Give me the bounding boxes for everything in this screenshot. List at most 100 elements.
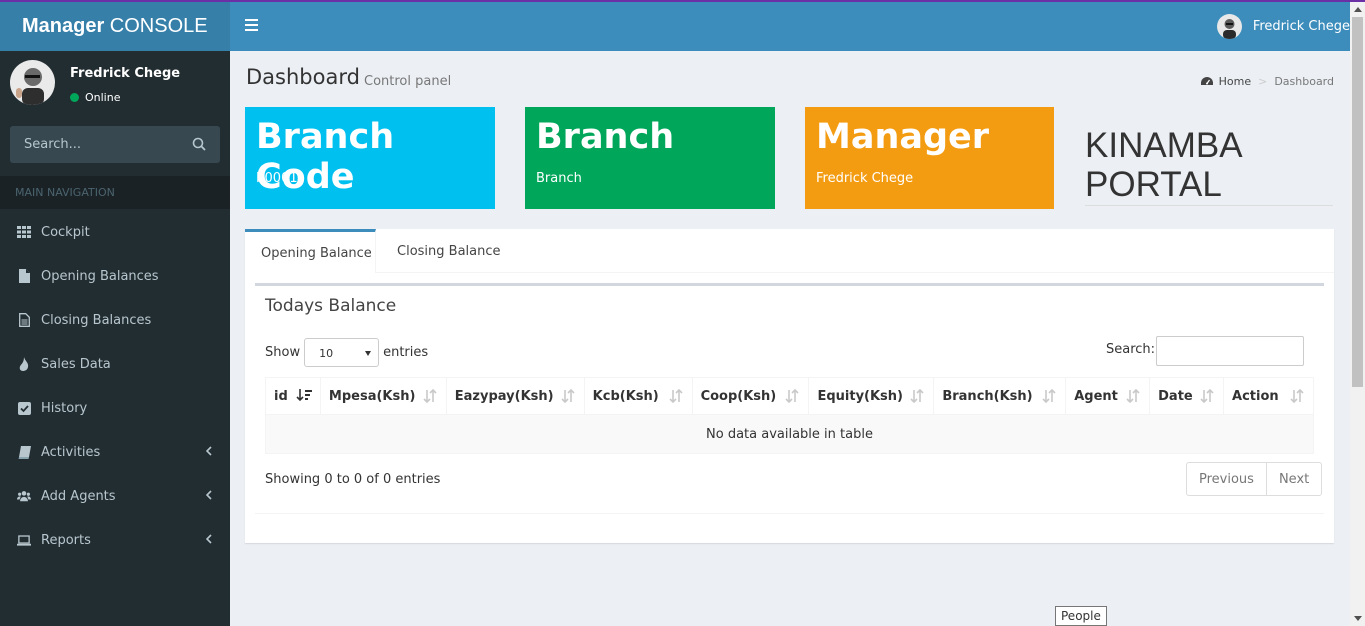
sidebar-item-history[interactable]: History bbox=[0, 386, 230, 430]
sidebar-item-label: Sales Data bbox=[41, 356, 111, 372]
tab-bar: Opening Balance Closing Balance bbox=[245, 229, 1334, 273]
status-dot-icon bbox=[70, 93, 79, 102]
page-scrollbar[interactable] bbox=[1350, 2, 1365, 626]
avatar bbox=[10, 60, 55, 105]
sidebar-item-sales-data[interactable]: Sales Data bbox=[0, 342, 230, 386]
breadcrumb: Home > Dashboard bbox=[1200, 75, 1334, 88]
user-panel: Fredrick Chege Online bbox=[0, 51, 230, 126]
sidebar-item-closing-balances[interactable]: Closing Balances bbox=[0, 298, 230, 342]
sidebar-item-label: Activities bbox=[41, 444, 101, 460]
sidebar-item-add-agents[interactable]: Add Agents bbox=[0, 474, 230, 518]
entries-length-control: Show 10 entries bbox=[265, 338, 428, 367]
table-info: Showing 0 to 0 of 0 entries bbox=[265, 472, 441, 487]
sidebar-item-label: Cockpit bbox=[41, 224, 90, 240]
sort-asc-icon bbox=[296, 389, 312, 403]
sidebar-toggle-icon[interactable] bbox=[245, 19, 258, 31]
column-header-date[interactable]: Date bbox=[1149, 377, 1225, 415]
status-badge: Online bbox=[70, 91, 120, 104]
sort-both-icon bbox=[1125, 388, 1141, 404]
balance-tabbox: Opening Balance Closing Balance Todays B… bbox=[245, 229, 1334, 543]
breadcrumb-home-link[interactable]: Home bbox=[1219, 75, 1251, 88]
sidebar-item-cockpit[interactable]: Cockpit bbox=[0, 210, 230, 254]
sidebar-item-label: Reports bbox=[41, 532, 91, 548]
sidebar-item-opening-balances[interactable]: Opening Balances bbox=[0, 254, 230, 298]
next-button[interactable]: Next bbox=[1266, 462, 1323, 496]
scrollbar-thumb[interactable] bbox=[1352, 17, 1363, 387]
column-header-action[interactable]: Action bbox=[1223, 377, 1314, 415]
todays-balance-box: Todays Balance Show 10 entries Search: i… bbox=[255, 283, 1324, 514]
entries-select[interactable]: 10 bbox=[304, 338, 380, 367]
column-header-coop[interactable]: Coop(Ksh) bbox=[691, 377, 810, 415]
sort-both-icon bbox=[909, 388, 925, 404]
table-search-label: Search: bbox=[1106, 342, 1156, 357]
brand-bold: Manager bbox=[22, 15, 105, 37]
scroll-down-icon[interactable] bbox=[1354, 616, 1362, 621]
info-box-value: Branch bbox=[536, 171, 582, 186]
sidebar-item-activities[interactable]: Activities bbox=[0, 430, 230, 474]
breadcrumb-current: Dashboard bbox=[1274, 75, 1334, 88]
search-icon[interactable] bbox=[192, 137, 208, 153]
page-title: Dashboard bbox=[246, 65, 360, 89]
column-header-eazypay[interactable]: Eazypay(Ksh) bbox=[445, 377, 585, 415]
info-box-branch: Branch Branch bbox=[525, 107, 775, 209]
top-navbar: Fredrick Chege bbox=[230, 2, 1350, 51]
brand-rest: CONSOLE bbox=[104, 15, 208, 37]
column-header-branch[interactable]: Branch(Ksh) bbox=[933, 377, 1067, 415]
sidebar-item-reports[interactable]: Reports bbox=[0, 518, 230, 562]
column-header-id[interactable]: id bbox=[265, 377, 321, 415]
entries-label: entries bbox=[383, 345, 429, 360]
sidebar-item-label: Opening Balances bbox=[41, 268, 159, 284]
brand-logo[interactable]: Manager CONSOLE bbox=[0, 2, 230, 51]
breadcrumb-separator: > bbox=[1258, 75, 1268, 88]
sidebar-item-label: History bbox=[41, 400, 88, 416]
page-subtitle: Control panel bbox=[364, 74, 452, 89]
sidebar-search bbox=[10, 126, 220, 163]
laptop-icon bbox=[17, 533, 31, 547]
sidebar-section-header: MAIN NAVIGATION bbox=[0, 176, 230, 209]
status-text: Online bbox=[85, 91, 121, 104]
tab-closing-balance[interactable]: Closing Balance bbox=[397, 229, 501, 273]
table-header-row: id Mpesa(Ksh) Eazypay(Ksh) Kcb(Ksh) Coop… bbox=[265, 377, 1314, 415]
column-header-equity[interactable]: Equity(Ksh) bbox=[808, 377, 935, 415]
file-icon bbox=[17, 269, 31, 283]
sidebar-item-label: Add Agents bbox=[41, 488, 116, 504]
column-header-agent[interactable]: Agent bbox=[1065, 377, 1151, 415]
table-row: No data available in table bbox=[265, 414, 1314, 454]
fire-icon bbox=[17, 357, 31, 371]
sidebar-item-label: Closing Balances bbox=[41, 312, 152, 328]
empty-table-message: No data available in table bbox=[265, 414, 1314, 454]
th-icon bbox=[17, 225, 31, 239]
sort-both-icon bbox=[1199, 388, 1215, 404]
users-icon bbox=[17, 489, 31, 503]
column-header-kcb[interactable]: Kcb(Ksh) bbox=[583, 377, 693, 415]
info-box-title: Manager bbox=[816, 117, 990, 157]
portal-title-line1: KINAMBA bbox=[1085, 126, 1243, 165]
tab-opening-balance[interactable]: Opening Balance bbox=[245, 229, 376, 273]
sort-both-icon bbox=[422, 388, 438, 404]
sort-both-icon bbox=[560, 388, 576, 404]
show-label: Show bbox=[265, 345, 301, 360]
info-box-title: Branch bbox=[536, 117, 675, 157]
box-title: Todays Balance bbox=[265, 296, 397, 316]
previous-button[interactable]: Previous bbox=[1186, 462, 1267, 496]
chevron-left-icon bbox=[205, 489, 212, 504]
dashboard-icon bbox=[1200, 76, 1213, 87]
info-box-manager: Manager Fredrick Chege bbox=[805, 107, 1054, 209]
pagination: Previous Next bbox=[1186, 462, 1323, 496]
sidebar-search-input[interactable] bbox=[10, 126, 180, 163]
column-header-mpesa[interactable]: Mpesa(Ksh) bbox=[319, 377, 447, 415]
navbar-user-menu[interactable]: Fredrick Chege bbox=[1216, 2, 1350, 51]
info-box-value: K0001 bbox=[256, 171, 298, 186]
navbar-user-name: Fredrick Chege bbox=[1252, 19, 1350, 34]
sidebar-menu: Cockpit Opening Balances Closing Balance… bbox=[0, 210, 230, 562]
balance-table: id Mpesa(Ksh) Eazypay(Ksh) Kcb(Ksh) Coop… bbox=[265, 377, 1314, 454]
sidebar-user-name: Fredrick Chege bbox=[70, 66, 181, 81]
sidebar: Fredrick Chege Online MAIN NAVIGATION Co… bbox=[0, 51, 230, 626]
book-icon bbox=[17, 445, 31, 459]
portal-title-line2: PORTAL bbox=[1085, 165, 1222, 204]
table-search-input[interactable] bbox=[1156, 336, 1304, 366]
chevron-left-icon bbox=[205, 533, 212, 548]
sort-both-icon bbox=[668, 388, 684, 404]
chevron-left-icon bbox=[205, 445, 212, 460]
scroll-up-icon[interactable] bbox=[1354, 7, 1362, 12]
